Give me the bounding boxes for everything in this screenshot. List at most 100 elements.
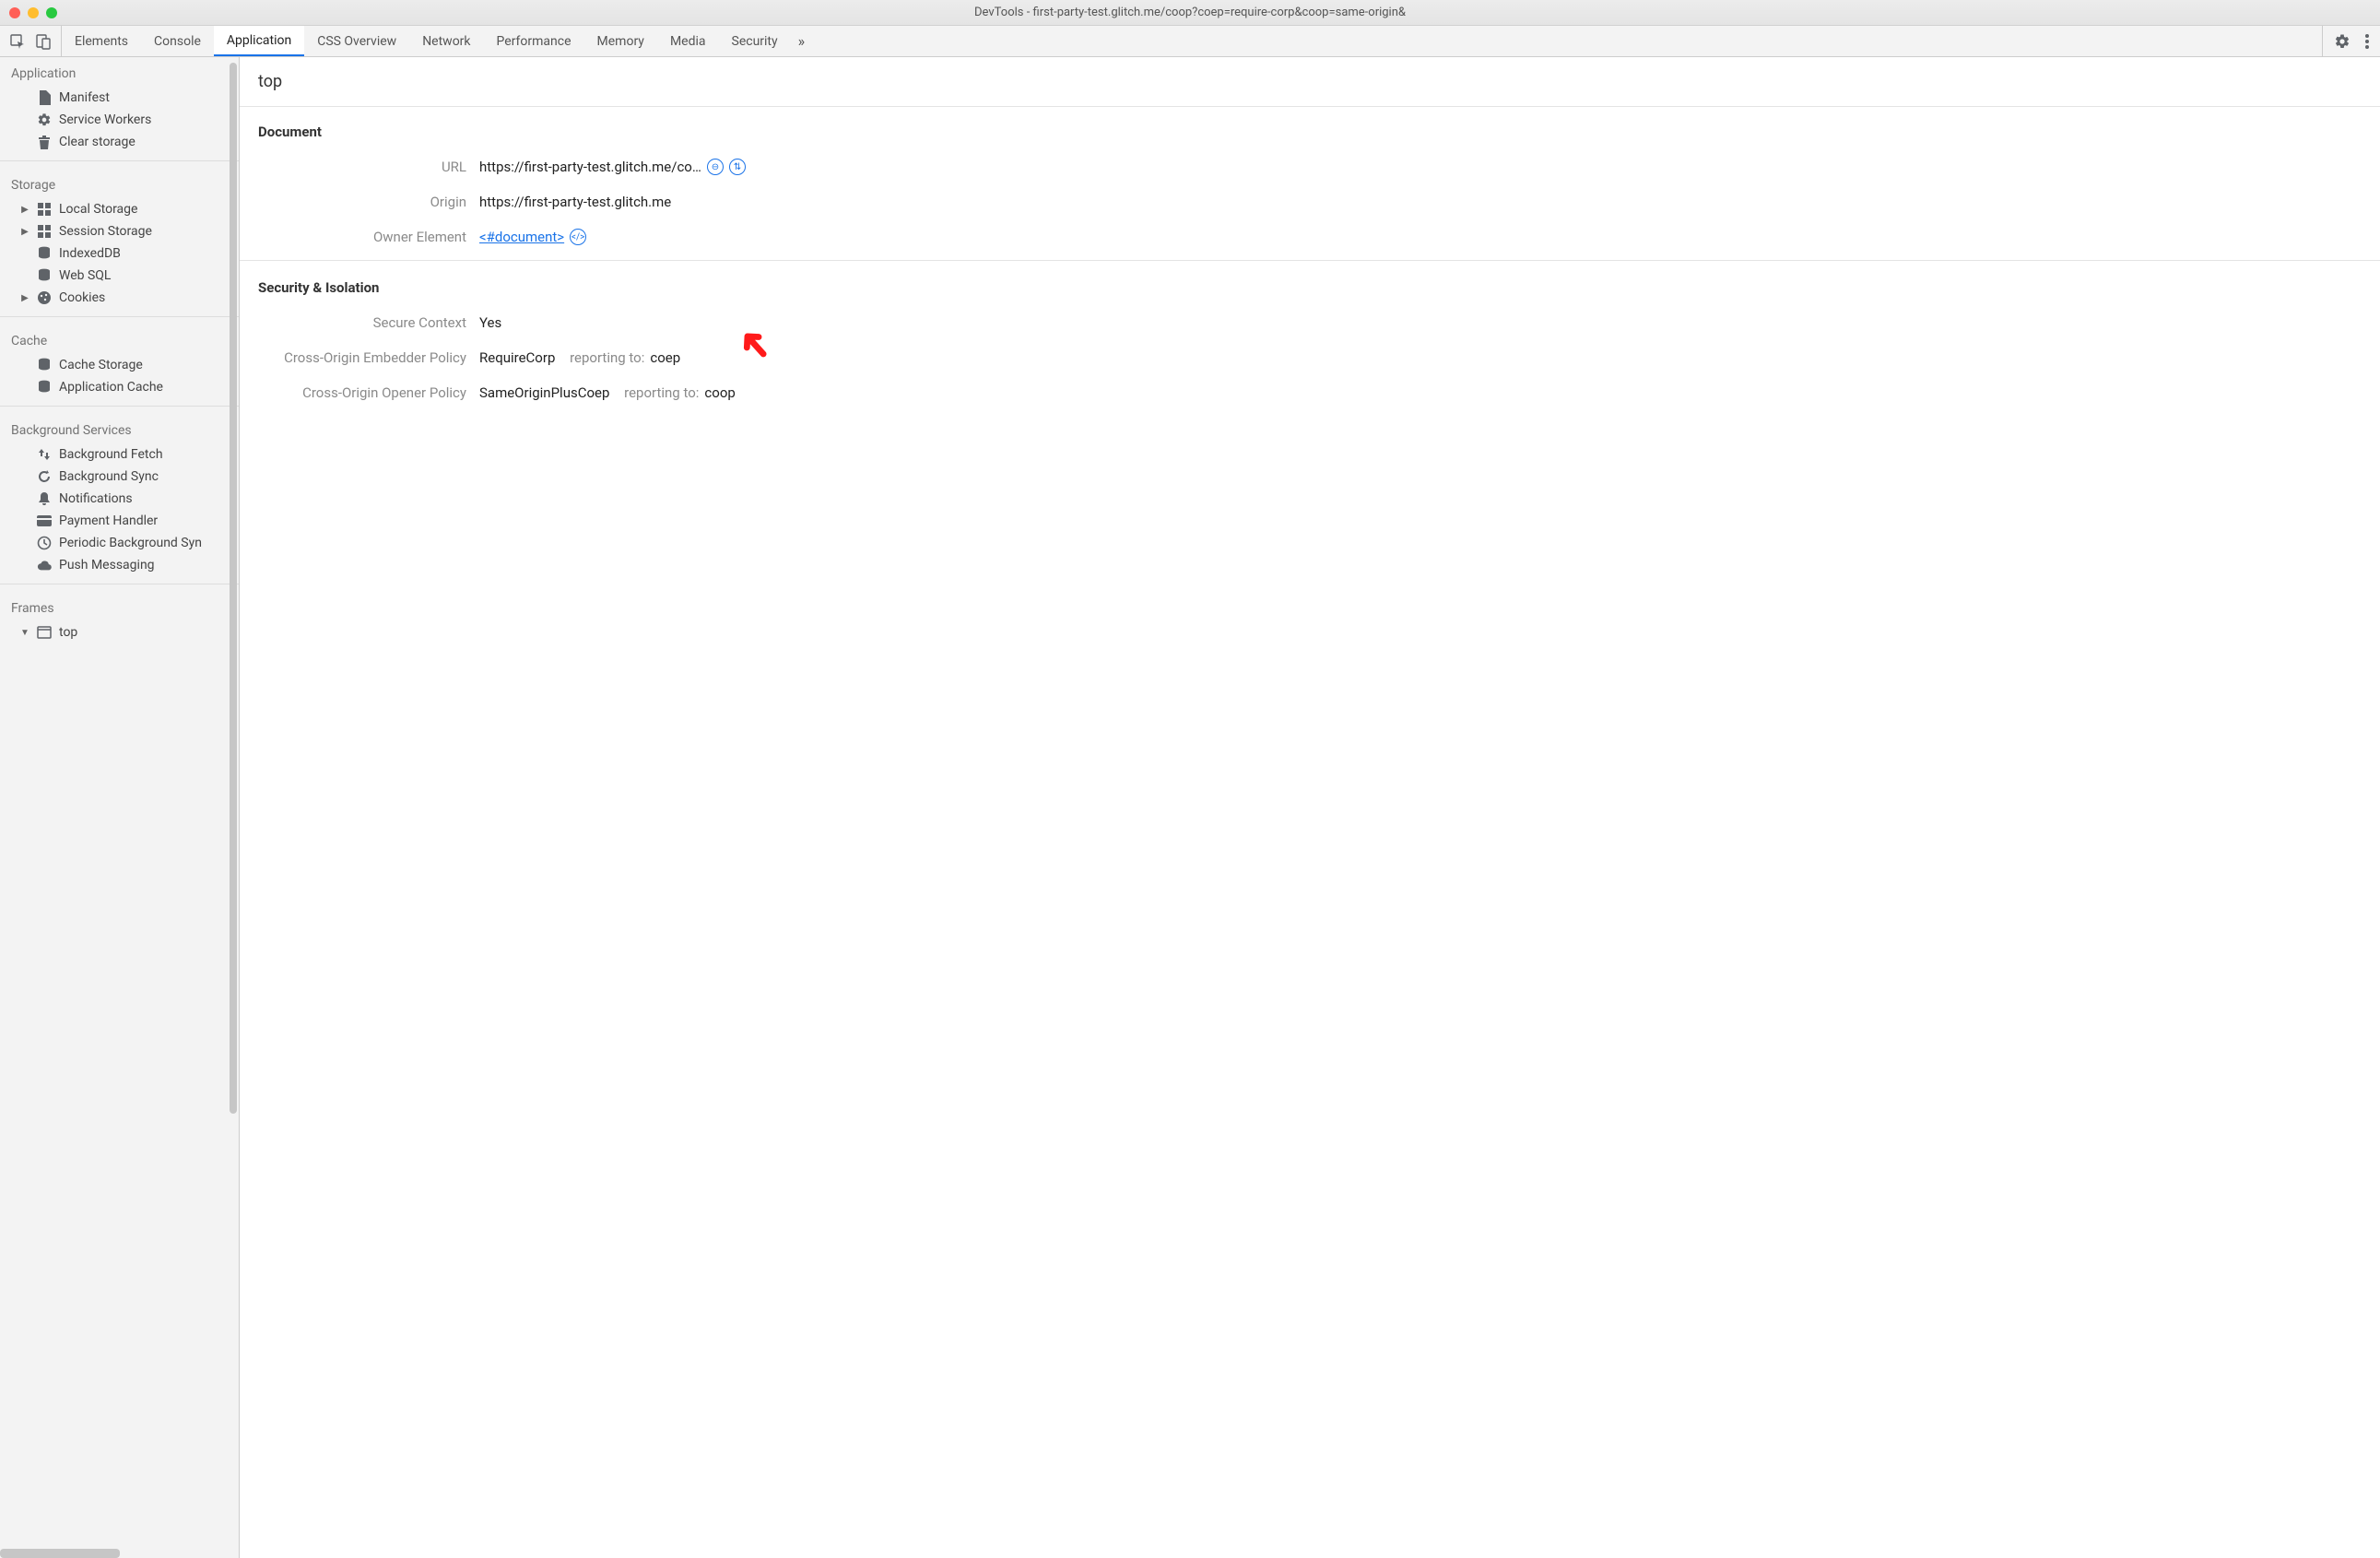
sidebar-item-service-workers[interactable]: Service Workers [0,109,239,131]
content-pane: top Document URL https://first-party-tes… [240,57,2380,1558]
sidebar-item-label: Manifest [59,90,110,105]
sidebar-item-label: IndexedDB [59,246,121,261]
sidebar-item-label: top [59,625,77,640]
sidebar-item-indexeddb[interactable]: IndexedDB [0,242,239,265]
tab-performance[interactable]: Performance [484,26,584,56]
sidebar-scrollbar[interactable] [230,63,237,1114]
reporting-prefix: reporting to: [624,384,699,401]
row-origin: Origin https://first-party-test.glitch.m… [258,184,2362,219]
copy-icon[interactable]: ⊖ [707,159,724,175]
window-titlebar: DevTools - first-party-test.glitch.me/co… [0,0,2380,26]
main: Application Manifest Service Workers Cle… [0,57,2380,1558]
value-secure-context: Yes [479,314,501,331]
sidebar-item-websql[interactable]: Web SQL [0,265,239,287]
tab-elements[interactable]: Elements [62,26,141,56]
reveal-icon[interactable]: ⇅ [729,159,746,175]
updown-icon [37,447,52,462]
traffic-lights [0,7,57,18]
sync-icon [37,469,52,484]
sidebar-item-label: Local Storage [59,202,137,217]
sidebar-group-background-services: Background Services [0,414,239,443]
window-title: DevTools - first-party-test.glitch.me/co… [0,6,2380,19]
sidebar-group-frames: Frames [0,592,239,621]
sidebar-item-push-messaging[interactable]: Push Messaging [0,554,239,576]
gear-icon [37,112,52,127]
inspect-icon[interactable] [9,33,26,50]
reporting-prefix: reporting to: [570,349,644,366]
tab-css-overview[interactable]: CSS Overview [304,26,409,56]
row-secure-context: Secure Context Yes [258,305,2362,340]
sidebar-item-label: Cache Storage [59,358,143,372]
sidebar-item-cookies[interactable]: ▶ Cookies [0,287,239,309]
window-icon [37,625,52,640]
value-coep: RequireCorp [479,349,555,366]
row-coop: Cross-Origin Opener Policy SameOriginPlu… [258,375,2362,410]
kebab-menu-icon[interactable] [2365,34,2369,49]
database-icon [37,246,52,261]
sidebar-item-manifest[interactable]: Manifest [0,87,239,109]
toolbar-left [0,26,62,56]
window-zoom-button[interactable] [46,7,57,18]
label-coop: Cross-Origin Opener Policy [258,384,479,401]
grid-icon [37,202,52,217]
settings-gear-icon[interactable] [2334,33,2351,50]
sidebar-horizontal-scrollbar[interactable] [0,1549,120,1558]
sidebar: Application Manifest Service Workers Cle… [0,57,240,1558]
label-secure-context: Secure Context [258,314,479,331]
value-coop: SameOriginPlusCoep [479,384,609,401]
card-icon [37,513,52,528]
sidebar-item-periodic-background-sync[interactable]: Periodic Background Syn [0,532,239,554]
label-origin: Origin [258,194,479,210]
row-owner-element: Owner Element <#document> </> [258,219,2362,254]
link-owner-element[interactable]: <#document> [479,229,564,245]
tabs: Elements Console Application CSS Overvie… [62,26,2322,56]
more-tabs-icon[interactable]: » [791,32,813,50]
value-url: https://first-party-test.glitch.me/co… [479,159,701,175]
label-url: URL [258,159,479,175]
grid-icon [37,224,52,239]
sidebar-item-notifications[interactable]: Notifications [0,488,239,510]
tab-console[interactable]: Console [141,26,214,56]
tab-security[interactable]: Security [719,26,791,56]
expand-arrow-icon: ▼ [20,628,29,638]
device-toggle-icon[interactable] [35,33,52,50]
tab-media[interactable]: Media [657,26,719,56]
window-minimize-button[interactable] [28,7,39,18]
expand-arrow-icon: ▶ [20,205,29,215]
value-coep-reporting: coep [650,349,680,366]
sidebar-group-storage: Storage [0,169,239,198]
cookie-icon [37,290,52,305]
sidebar-item-application-cache[interactable]: Application Cache [0,376,239,398]
trash-icon [37,135,52,149]
tab-application[interactable]: Application [214,26,304,56]
sidebar-group-cache: Cache [0,325,239,354]
sidebar-item-label: Clear storage [59,135,135,149]
section-heading: Security & Isolation [258,279,2362,296]
database-icon [37,358,52,372]
page-title: top [240,57,2380,107]
clock-icon [37,536,52,550]
row-url: URL https://first-party-test.glitch.me/c… [258,149,2362,184]
tab-network[interactable]: Network [409,26,483,56]
sidebar-item-label: Periodic Background Syn [59,536,202,550]
sidebar-item-label: Cookies [59,290,105,305]
reveal-element-icon[interactable]: </> [570,229,586,245]
tab-memory[interactable]: Memory [584,26,657,56]
sidebar-item-background-fetch[interactable]: Background Fetch [0,443,239,466]
devtools-tabstrip: Elements Console Application CSS Overvie… [0,26,2380,57]
sidebar-item-cache-storage[interactable]: Cache Storage [0,354,239,376]
file-icon [37,90,52,105]
sidebar-group-application: Application [0,57,239,87]
cloud-icon [37,558,52,572]
sidebar-item-frame-top[interactable]: ▼ top [0,621,239,643]
sidebar-item-label: Push Messaging [59,558,155,572]
toolbar-right [2322,26,2380,56]
window-close-button[interactable] [9,7,20,18]
sidebar-item-label: Session Storage [59,224,152,239]
sidebar-item-background-sync[interactable]: Background Sync [0,466,239,488]
sidebar-item-local-storage[interactable]: ▶ Local Storage [0,198,239,220]
sidebar-item-session-storage[interactable]: ▶ Session Storage [0,220,239,242]
sidebar-item-payment-handler[interactable]: Payment Handler [0,510,239,532]
bell-icon [37,491,52,506]
sidebar-item-clear-storage[interactable]: Clear storage [0,131,239,153]
